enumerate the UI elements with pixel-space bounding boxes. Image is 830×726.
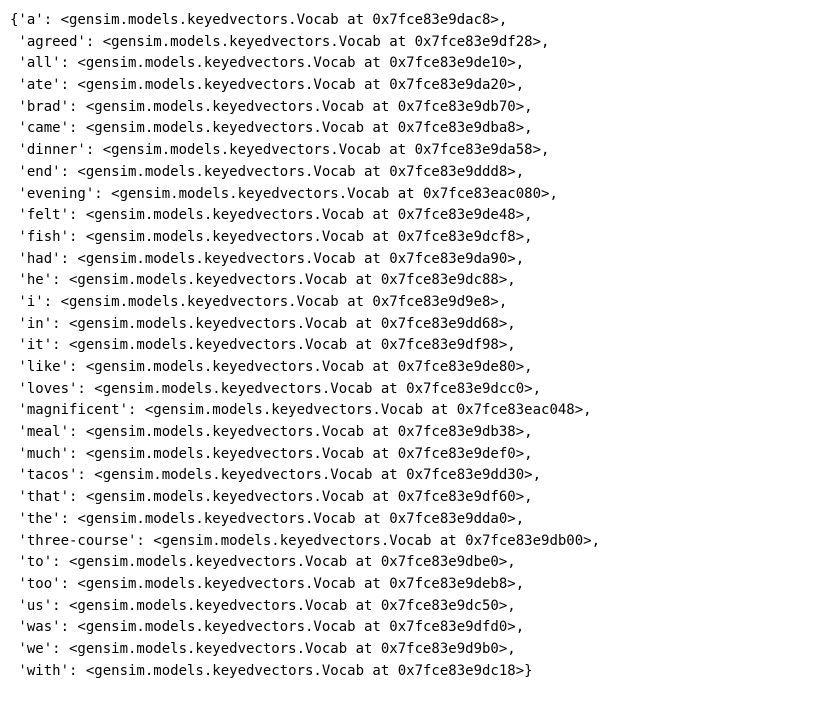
dict-entry-line: 'tacos': <gensim.models.keyedvectors.Voc… <box>10 465 820 487</box>
dict-entry-line: 'like': <gensim.models.keyedvectors.Voca… <box>10 357 820 379</box>
dict-entry-line: 'to': <gensim.models.keyedvectors.Vocab … <box>10 552 820 574</box>
dict-entry-line: 'meal': <gensim.models.keyedvectors.Voca… <box>10 422 820 444</box>
dict-entry-line: 'all': <gensim.models.keyedvectors.Vocab… <box>10 53 820 75</box>
dict-entry-line: 'we': <gensim.models.keyedvectors.Vocab … <box>10 639 820 661</box>
dict-entry-line: 'was': <gensim.models.keyedvectors.Vocab… <box>10 617 820 639</box>
dict-entry-line: 'end': <gensim.models.keyedvectors.Vocab… <box>10 162 820 184</box>
dict-entry-line: 'agreed': <gensim.models.keyedvectors.Vo… <box>10 32 820 54</box>
dict-entry-line: 'three-course': <gensim.models.keyedvect… <box>10 531 820 553</box>
dict-entry-line: 'the': <gensim.models.keyedvectors.Vocab… <box>10 509 820 531</box>
dict-entry-line: 'it': <gensim.models.keyedvectors.Vocab … <box>10 335 820 357</box>
dict-entry-line: 'felt': <gensim.models.keyedvectors.Voca… <box>10 205 820 227</box>
dict-entry-line: 'ate': <gensim.models.keyedvectors.Vocab… <box>10 75 820 97</box>
dict-entry-line: 'i': <gensim.models.keyedvectors.Vocab a… <box>10 292 820 314</box>
dict-entry-line: 'too': <gensim.models.keyedvectors.Vocab… <box>10 574 820 596</box>
dict-entry-line: 'came': <gensim.models.keyedvectors.Voca… <box>10 118 820 140</box>
dict-entry-line: 'much': <gensim.models.keyedvectors.Voca… <box>10 444 820 466</box>
python-dict-output: {'a': <gensim.models.keyedvectors.Vocab … <box>10 10 820 682</box>
dict-entry-line: 'dinner': <gensim.models.keyedvectors.Vo… <box>10 140 820 162</box>
dict-entry-line: 'fish': <gensim.models.keyedvectors.Voca… <box>10 227 820 249</box>
dict-entry-line: 'with': <gensim.models.keyedvectors.Voca… <box>10 661 820 683</box>
dict-entry-line: 'magnificent': <gensim.models.keyedvecto… <box>10 400 820 422</box>
dict-entry-line: 'us': <gensim.models.keyedvectors.Vocab … <box>10 596 820 618</box>
dict-entry-line: 'had': <gensim.models.keyedvectors.Vocab… <box>10 249 820 271</box>
dict-entry-line: 'he': <gensim.models.keyedvectors.Vocab … <box>10 270 820 292</box>
dict-entry-line: 'that': <gensim.models.keyedvectors.Voca… <box>10 487 820 509</box>
dict-entry-line: 'brad': <gensim.models.keyedvectors.Voca… <box>10 97 820 119</box>
dict-entry-line: {'a': <gensim.models.keyedvectors.Vocab … <box>10 10 820 32</box>
dict-entry-line: 'in': <gensim.models.keyedvectors.Vocab … <box>10 314 820 336</box>
dict-entry-line: 'evening': <gensim.models.keyedvectors.V… <box>10 184 820 206</box>
dict-entry-line: 'loves': <gensim.models.keyedvectors.Voc… <box>10 379 820 401</box>
